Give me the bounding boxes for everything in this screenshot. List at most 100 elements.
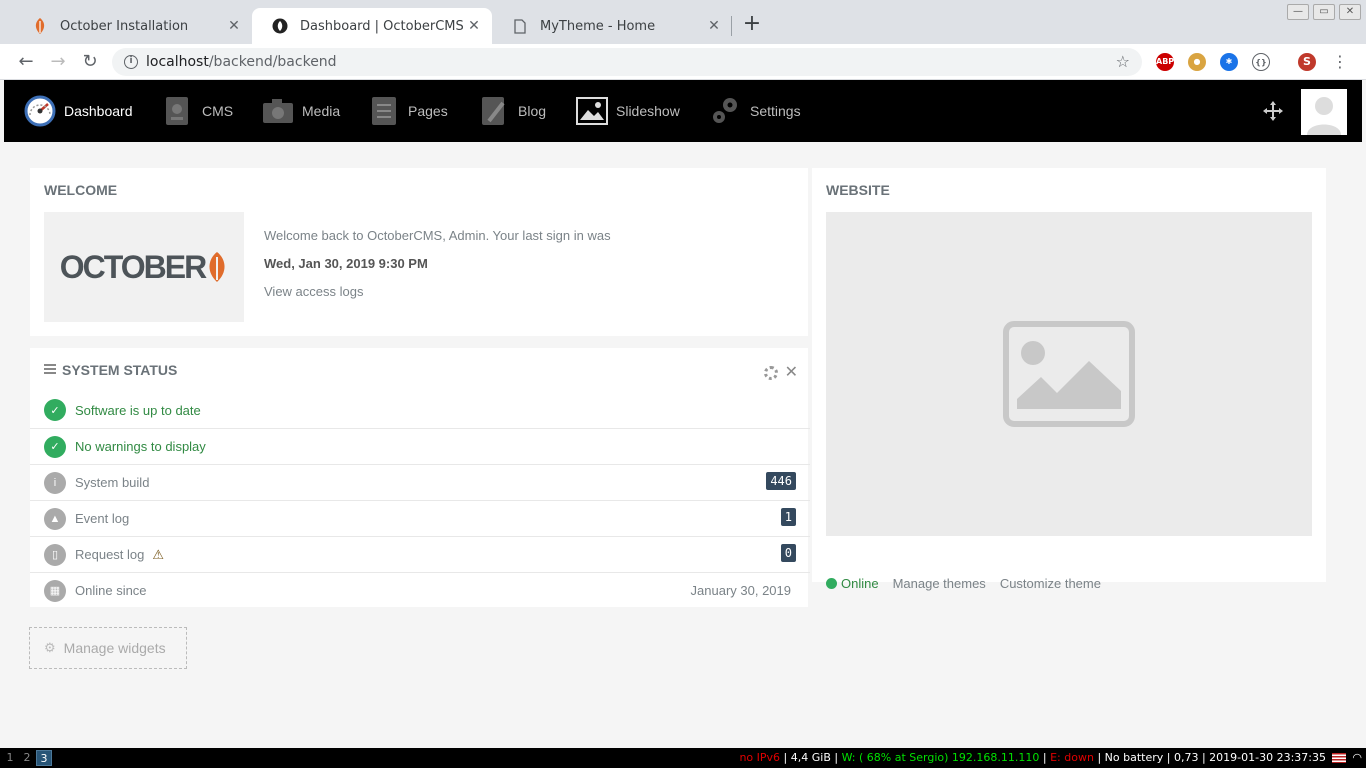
welcome-message: Welcome back to OctoberCMS, Admin. Your … bbox=[264, 228, 611, 243]
nav-label: Dashboard bbox=[64, 103, 133, 119]
nav-slideshow[interactable]: Slideshow bbox=[576, 80, 680, 142]
reload-icon[interactable]: ↻ bbox=[78, 50, 102, 74]
status-row-warnings: ✓ No warnings to display bbox=[30, 428, 810, 464]
url-path: /backend/backend bbox=[208, 54, 337, 70]
move-arrows-icon[interactable] bbox=[1262, 100, 1284, 122]
workspace-1[interactable]: 1 bbox=[2, 750, 18, 766]
cookie-icon[interactable]: ● bbox=[1188, 53, 1206, 71]
info-icon[interactable]: i bbox=[124, 55, 138, 69]
status-row-online-since: ▦ Online since January 30, 2019 bbox=[30, 572, 810, 608]
url-host: localhost bbox=[146, 54, 209, 70]
online-since-date: January 30, 2019 bbox=[690, 583, 791, 598]
logo-text: OCTOBER bbox=[59, 248, 207, 285]
manage-widgets-button[interactable]: ⚙ Manage widgets bbox=[29, 627, 187, 669]
adblock-icon[interactable]: ABP bbox=[1156, 53, 1174, 71]
manage-widgets-label: Manage widgets bbox=[63, 640, 166, 656]
view-access-logs-link[interactable]: View access logs bbox=[264, 284, 363, 299]
os-status-bar: 1 2 3 no IPv6 | 4,4 GiB | W: ( 68% at Se… bbox=[0, 748, 1366, 768]
tab-title: October Installation bbox=[60, 18, 189, 34]
tab-title: Dashboard | OctoberCMS bbox=[300, 18, 464, 34]
maximize-window-button[interactable]: ▭ bbox=[1313, 4, 1335, 20]
october-logo: OCTOBER bbox=[44, 212, 244, 322]
backend-navbar: Dashboard CMS Media Pages Blog Slideshow bbox=[4, 80, 1362, 142]
check-circle-icon: ✓ bbox=[44, 399, 66, 421]
close-tab-icon[interactable]: ✕ bbox=[706, 18, 722, 34]
status-row-event-log[interactable]: ▲ Event log 1 bbox=[30, 500, 810, 536]
datetime-status: 2019-01-30 23:37:35 bbox=[1209, 751, 1326, 764]
widget-close-icon[interactable]: ✕ bbox=[785, 362, 798, 381]
status-label: No warnings to display bbox=[75, 439, 206, 454]
us-flag-icon bbox=[1332, 753, 1346, 763]
status-label: Software is up to date bbox=[75, 402, 201, 418]
code-extension-icon[interactable]: {} bbox=[1252, 53, 1270, 71]
ethernet-status: E: down bbox=[1050, 751, 1094, 764]
browser-tab[interactable]: MyTheme - Home ✕ bbox=[492, 8, 732, 44]
online-status-dot bbox=[826, 578, 837, 589]
pages-checklist-icon bbox=[368, 95, 400, 127]
welcome-widget: WELCOME OCTOBER Welcome back to OctoberC… bbox=[30, 168, 808, 336]
last-signin-date: Wed, Jan 30, 2019 9:30 PM bbox=[264, 256, 428, 271]
online-status-label: Online bbox=[841, 576, 879, 591]
file-circle-icon: ▯ bbox=[44, 543, 66, 566]
nav-pages[interactable]: Pages bbox=[368, 80, 448, 142]
widget-settings-gear-icon[interactable] bbox=[764, 366, 778, 380]
status-label: Request log bbox=[75, 547, 145, 562]
info-circle-icon: i bbox=[44, 471, 66, 494]
system-status-title: SYSTEM STATUS bbox=[62, 362, 178, 378]
dashboard-gauge-icon bbox=[24, 95, 56, 127]
browser-menu-icon[interactable]: ⋮ bbox=[1328, 50, 1352, 74]
warning-triangle-icon: ⚠ bbox=[152, 546, 165, 562]
document-icon bbox=[512, 18, 528, 34]
bookmark-star-icon[interactable]: ☆ bbox=[1116, 52, 1130, 71]
media-camera-icon bbox=[262, 95, 294, 127]
build-number-badge: 446 bbox=[766, 472, 796, 490]
workspace-3[interactable]: 3 bbox=[36, 750, 52, 766]
browser-toolbar: ← → ↻ i localhost/backend/backend ☆ ABP … bbox=[0, 44, 1366, 80]
back-arrow-icon[interactable]: ← bbox=[14, 50, 38, 74]
browser-tab[interactable]: October Installation ✕ bbox=[12, 8, 252, 44]
extension-icon[interactable]: ✱ bbox=[1220, 53, 1238, 71]
address-bar[interactable]: i localhost/backend/backend ☆ bbox=[112, 48, 1142, 76]
profile-avatar[interactable]: S bbox=[1298, 53, 1316, 71]
tab-title: MyTheme - Home bbox=[540, 18, 656, 34]
nav-cms[interactable]: CMS bbox=[162, 80, 233, 142]
close-window-button[interactable]: ✕ bbox=[1339, 4, 1361, 20]
system-status-widget: SYSTEM STATUS ✕ ✓ Software is up to date… bbox=[30, 348, 810, 608]
minimize-window-button[interactable]: — bbox=[1287, 4, 1309, 20]
status-row-software: ✓ Software is up to date bbox=[30, 392, 810, 428]
status-row-build[interactable]: i System build 446 bbox=[30, 464, 810, 500]
nav-settings[interactable]: Settings bbox=[710, 80, 801, 142]
dashboard-main: WELCOME OCTOBER Welcome back to OctoberC… bbox=[4, 142, 1362, 746]
status-label: Event log bbox=[75, 511, 130, 526]
check-circle-icon: ✓ bbox=[44, 435, 66, 458]
nav-label: Media bbox=[302, 103, 341, 119]
memory-status: 4,4 GiB bbox=[790, 751, 831, 764]
new-tab-icon[interactable]: + bbox=[740, 12, 764, 36]
image-placeholder-icon bbox=[1003, 321, 1135, 427]
nav-blog[interactable]: Blog bbox=[478, 80, 546, 142]
forward-arrow-icon[interactable]: → bbox=[46, 50, 70, 74]
browser-tab-active[interactable]: Dashboard | OctoberCMS ✕ bbox=[252, 8, 492, 44]
manage-themes-link[interactable]: Manage themes bbox=[893, 576, 986, 591]
browser-tabstrip: October Installation ✕ Dashboard | Octob… bbox=[0, 0, 1366, 44]
close-tab-icon[interactable]: ✕ bbox=[226, 18, 242, 34]
calendar-circle-icon: ▦ bbox=[44, 579, 66, 602]
nav-label: Settings bbox=[750, 103, 801, 119]
status-label: System build bbox=[75, 475, 150, 490]
settings-gears-icon bbox=[710, 95, 742, 127]
nav-label: CMS bbox=[202, 103, 234, 119]
status-label: Online since bbox=[75, 583, 147, 598]
nav-media[interactable]: Media bbox=[262, 80, 340, 142]
october-leaf-icon bbox=[32, 18, 48, 34]
workspace-2[interactable]: 2 bbox=[19, 750, 35, 766]
user-avatar[interactable] bbox=[1301, 89, 1347, 135]
website-links: Online Manage themes Customize theme bbox=[826, 576, 1101, 591]
request-log-count-badge: 0 bbox=[780, 544, 796, 562]
nav-dashboard[interactable]: Dashboard bbox=[24, 80, 133, 142]
close-tab-icon[interactable]: ✕ bbox=[466, 18, 482, 34]
drag-handle-icon[interactable] bbox=[44, 364, 56, 374]
status-row-request-log[interactable]: ▯ Request log ⚠ 0 bbox=[30, 536, 810, 572]
warning-circle-icon: ▲ bbox=[44, 507, 66, 530]
website-widget: WEBSITE Online Manage themes Customize t… bbox=[812, 168, 1326, 591]
customize-theme-link[interactable]: Customize theme bbox=[1000, 576, 1101, 591]
